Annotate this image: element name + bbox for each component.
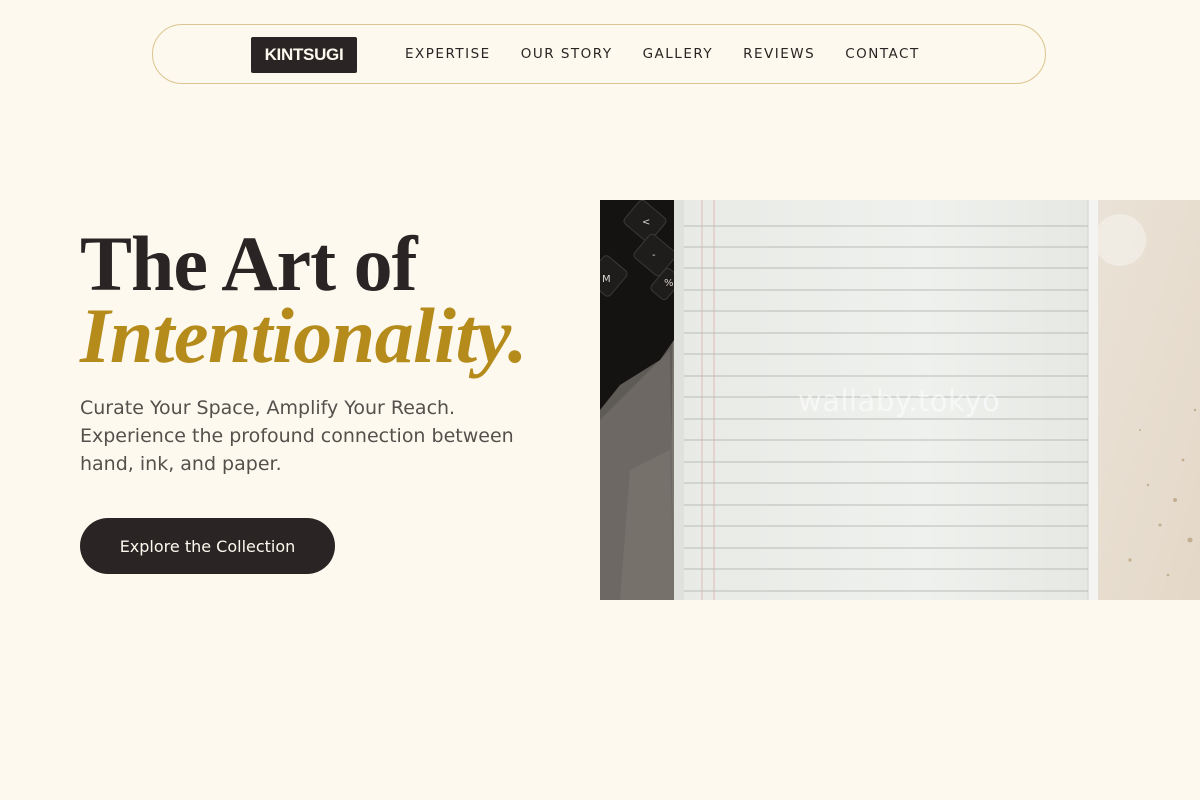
- svg-text:-: -: [652, 250, 656, 261]
- explore-collection-button[interactable]: Explore the Collection: [80, 518, 335, 574]
- nav-link-gallery[interactable]: GALLERY: [643, 46, 714, 62]
- nav-link-our-story[interactable]: OUR STORY: [521, 46, 613, 62]
- page: KINTSUGI EXPERTISE OUR STORY GALLERY REV…: [0, 0, 1200, 800]
- svg-text:M: M: [602, 274, 611, 285]
- brand-logo[interactable]: KINTSUGI: [251, 37, 357, 73]
- nav-link-contact[interactable]: CONTACT: [845, 46, 920, 62]
- nav-links: EXPERTISE OUR STORY GALLERY REVIEWS CONT…: [405, 25, 920, 83]
- hero-title-line1: The Art of: [80, 220, 418, 307]
- hero-title: The Art of Intentionality.: [80, 220, 600, 379]
- hero-subtitle: Curate Your Space, Amplify Your Reach. E…: [80, 397, 514, 475]
- svg-text:%: %: [664, 278, 674, 289]
- nav-link-expertise[interactable]: EXPERTISE: [405, 46, 491, 62]
- hero-title-line2: Intentionality.: [80, 292, 527, 379]
- top-navigation: KINTSUGI EXPERTISE OUR STORY GALLERY REV…: [152, 24, 1046, 84]
- hero-notebook-photo: < - % M wallaby.tokyo: [600, 200, 1200, 600]
- image-watermark: wallaby.tokyo: [798, 384, 1001, 418]
- nav-link-reviews[interactable]: REVIEWS: [743, 46, 815, 62]
- svg-text:<: <: [642, 217, 650, 228]
